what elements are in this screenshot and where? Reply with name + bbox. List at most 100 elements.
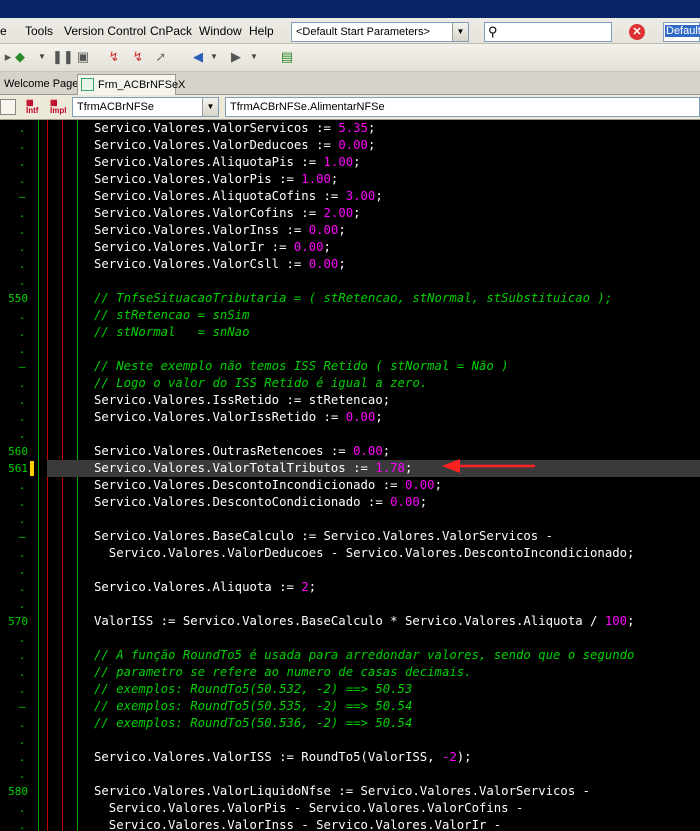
code-line[interactable]: . // stRetencao = snSim (0, 307, 700, 324)
code-text: Servico.Valores.ValorDeducoes - Servico.… (94, 545, 635, 562)
code-token: Servico.Valores.Aliquota := (94, 580, 302, 594)
code-line[interactable]: . Servico.Valores.IssRetido := stRetencao… (0, 392, 700, 409)
code-line[interactable]: . (0, 630, 700, 647)
code-token: ; (338, 257, 346, 271)
run-icon[interactable]: ◆ (12, 49, 28, 65)
code-line[interactable]: – Servico.Valores.AliquotaCofins := 3.00; (0, 188, 700, 205)
code-line[interactable]: . Servico.Valores.DescontoIncondicionado … (0, 477, 700, 494)
forward-arrow-icon[interactable]: ▶ (228, 49, 244, 65)
code-line[interactable]: . (0, 341, 700, 358)
trace-into-icon[interactable]: ↯ (106, 49, 122, 65)
line-number: . (18, 122, 26, 135)
code-line[interactable]: . Servico.Valores.ValorPis - Servico.Val… (0, 800, 700, 817)
interface-icon[interactable]: ▦ Intf (26, 99, 38, 115)
code-text: // parametro se refere ao numero de casa… (94, 664, 472, 681)
code-line[interactable]: . Servico.Valores.ValorISS := RoundTo5(Va… (0, 749, 700, 766)
code-token: Servico.Valores.AliquotaCofins := (94, 189, 346, 203)
code-line[interactable]: . (0, 766, 700, 783)
code-line[interactable]: . Servico.Valores.ValorServicos := 5.35; (0, 120, 700, 137)
code-line[interactable]: – // exemplos: RoundTo5(50.535, -2) ==> 5… (0, 698, 700, 715)
code-line[interactable]: . Servico.Valores.ValorDeducoes - Servic… (0, 545, 700, 562)
line-number: . (18, 581, 26, 594)
implementation-icon[interactable]: ▦ Impl (50, 99, 66, 115)
code-line[interactable]: . Servico.Valores.ValorIssRetido := 0.00; (0, 409, 700, 426)
step-over-icon[interactable]: ↯ (130, 49, 146, 65)
code-line[interactable]: . (0, 426, 700, 443)
tab-welcome-page[interactable]: Welcome Page (0, 74, 84, 95)
book-icon[interactable]: ▤ (279, 49, 295, 65)
code-line[interactable]: . Servico.Valores.ValorInss := 0.00; (0, 222, 700, 239)
code-line[interactable]: . // exemplos: RoundTo5(50.536, -2) ==> 5… (0, 715, 700, 732)
code-line[interactable]: . Servico.Valores.DescontoCondicionado :=… (0, 494, 700, 511)
menu-file[interactable]: e (0, 24, 7, 38)
line-number: – (18, 190, 26, 203)
code-line[interactable]: . (0, 273, 700, 290)
chevron-down-icon[interactable]: ▼ (452, 23, 468, 41)
search-input[interactable]: ⚲ (484, 22, 612, 42)
code-line[interactable]: . (0, 562, 700, 579)
menu-help[interactable]: Help (249, 24, 274, 38)
code-line[interactable]: . (0, 732, 700, 749)
code-token: ; (434, 478, 442, 492)
code-line[interactable]: . // stNormal = snNao (0, 324, 700, 341)
code-line[interactable]: . Servico.Valores.ValorPis := 1.00; (0, 171, 700, 188)
code-token: Servico.Valores.ValorDeducoes := (94, 138, 339, 152)
code-line[interactable]: – // Neste exemplo não temos ISS Retido (… (0, 358, 700, 375)
code-line[interactable]: 550 // TnfseSituacaoTributaria = ( stRete… (0, 290, 700, 307)
code-token: Servico.Valores.BaseCalculo := Servico.V… (94, 529, 554, 543)
layout-select[interactable]: Default (663, 22, 700, 42)
tab-frm-acbrnfsex[interactable]: Frm_ACBrNFSeX (77, 74, 185, 95)
code-line[interactable]: . (0, 511, 700, 528)
code-line[interactable]: . (0, 596, 700, 613)
menu-cnpack[interactable]: CnPack (150, 24, 192, 38)
back-dropdown-icon[interactable]: ▼ (206, 49, 222, 65)
code-line[interactable]: . Servico.Valores.ValorCofins := 2.00; (0, 205, 700, 222)
code-line[interactable]: 580 Servico.Valores.ValorLiquidoNfse := S… (0, 783, 700, 800)
code-comment: // stRetencao = snSim (94, 308, 250, 322)
stop-icon[interactable]: ▣ (75, 49, 91, 65)
code-number: 0.00 (404, 478, 435, 492)
menu-tools[interactable]: Tools (25, 24, 53, 38)
code-line[interactable]: . // exemplos: RoundTo5(50.532, -2) ==> 5… (0, 681, 700, 698)
method-select[interactable]: TfrmACBrNFSe.AlimentarNFSe (225, 97, 700, 117)
code-line[interactable]: . Servico.Valores.ValorCsll := 0.00; (0, 256, 700, 273)
menu-version-control[interactable]: Version Control (64, 24, 146, 38)
code-line[interactable]: . // Logo o valor do ISS Retido é igual a… (0, 375, 700, 392)
line-number: . (18, 275, 26, 288)
menu-window[interactable]: Window (199, 24, 242, 38)
code-token: Servico.Valores.ValorTotalTributos := (94, 461, 376, 475)
help-search-icon[interactable]: ✕ (629, 24, 645, 40)
code-line[interactable]: . Servico.Valores.Aliquota := 2; (0, 579, 700, 596)
class-select[interactable]: TfrmACBrNFSe ▼ (72, 97, 219, 117)
code-text: Servico.Valores.OutrasRetencoes := 0.00; (94, 443, 390, 460)
run-dropdown-icon[interactable]: ▼ (34, 49, 50, 65)
code-number: -2 (441, 750, 457, 764)
start-parameters-select[interactable]: <Default Start Parameters> ▼ (291, 22, 469, 42)
code-line[interactable]: . Servico.Valores.AliquotaPis := 1.00; (0, 154, 700, 171)
code-number: 1.78 (375, 461, 405, 475)
pause-icon[interactable]: ❚❚ (52, 49, 74, 65)
code-line-current[interactable]: 561 Servico.Valores.ValorTotalTributos :=… (8, 460, 700, 477)
code-line[interactable]: . // parametro se refere ao numero de cas… (0, 664, 700, 681)
code-text: Servico.Valores.ValorPis - Servico.Valor… (94, 800, 524, 817)
code-number: 2 (301, 580, 309, 594)
code-line[interactable]: . Servico.Valores.ValorIr := 0.00; (0, 239, 700, 256)
code-line[interactable]: – Servico.Valores.BaseCalculo := Servico.… (0, 528, 700, 545)
code-line[interactable]: . Servico.Valores.ValorDeducoes := 0.00; (0, 137, 700, 154)
code-line[interactable]: . Servico.Valores.ValorInss - Servico.Va… (0, 817, 700, 831)
line-number: . (18, 564, 26, 577)
class-navigation-bar: ▦ Intf ▦ Impl TfrmACBrNFSe ▼ TfrmACBrNFSe.… (0, 95, 700, 120)
code-line[interactable]: 570 ValorISS := Servico.Valores.BaseCalcu… (0, 613, 700, 630)
run-to-cursor-icon[interactable]: ➚ (153, 49, 169, 65)
code-token: Servico.Valores.IssRetido := stRetencao; (94, 393, 391, 407)
code-line[interactable]: . // A função RoundTo5 é usada para arred… (0, 647, 700, 664)
code-line[interactable]: 560 Servico.Valores.OutrasRetencoes := 0.… (0, 443, 700, 460)
forward-dropdown-icon[interactable]: ▼ (246, 49, 262, 65)
code-comment: // parametro se refere ao numero de casa… (94, 665, 472, 679)
code-editor[interactable]: . Servico.Valores.ValorServicos := 5.35;.… (0, 120, 700, 831)
back-arrow-icon[interactable]: ◀ (190, 49, 206, 65)
code-number: 3.00 (345, 189, 376, 203)
toggle-form-unit-icon[interactable] (0, 99, 16, 115)
code-token: Servico.Valores.ValorServicos := (94, 121, 339, 135)
chevron-down-icon[interactable]: ▼ (202, 98, 218, 116)
